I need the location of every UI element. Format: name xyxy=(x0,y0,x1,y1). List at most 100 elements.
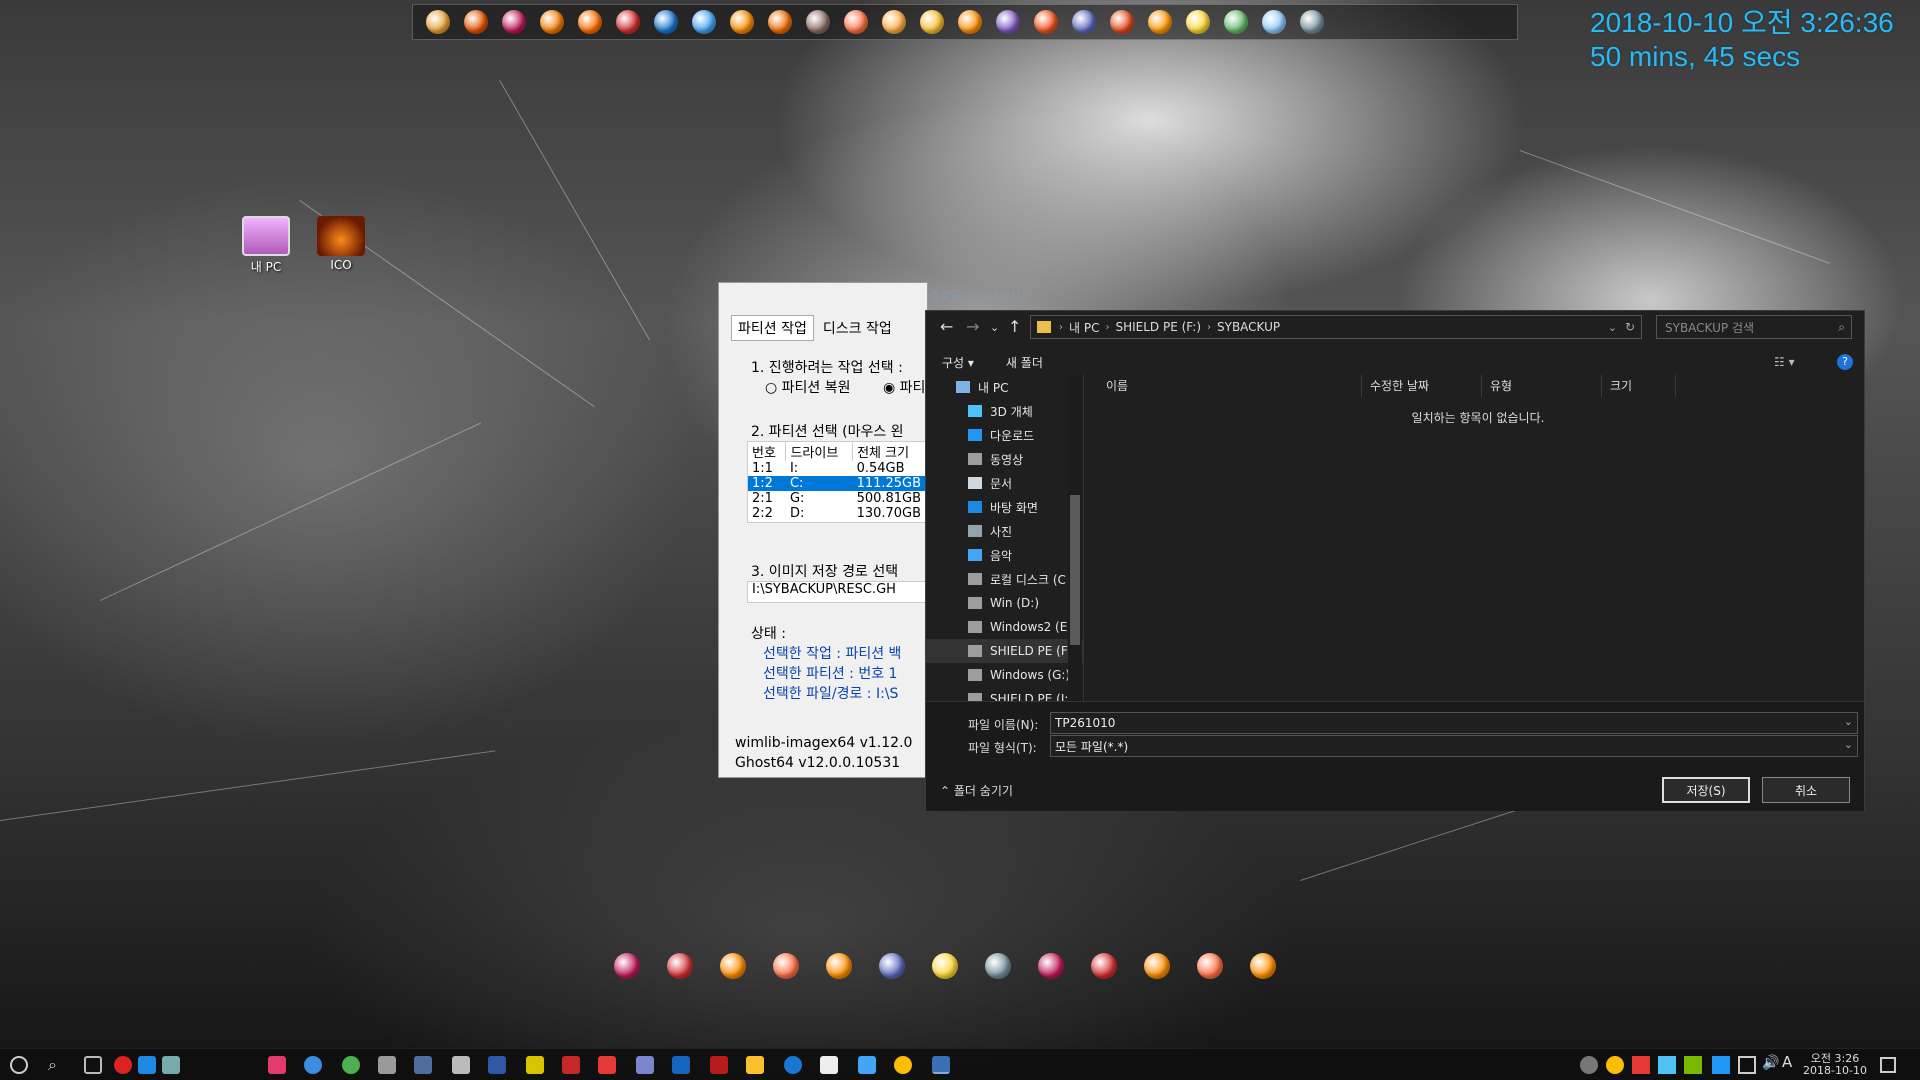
app-icon[interactable] xyxy=(710,1056,728,1074)
recent-dropdown-icon[interactable]: ⌄ xyxy=(990,321,999,334)
app-icon[interactable] xyxy=(414,1056,432,1074)
dock-item[interactable] xyxy=(865,953,918,979)
back-icon[interactable]: ← xyxy=(940,317,953,336)
up-icon[interactable]: ↑ xyxy=(1008,317,1021,336)
dock-item[interactable] xyxy=(1077,953,1130,979)
dock-item[interactable] xyxy=(971,953,1024,979)
radio-restore[interactable]: ○ 파티션 복원 xyxy=(765,377,851,397)
launcher-item[interactable] xyxy=(761,7,799,37)
tab-disk[interactable]: 디스크 작업 xyxy=(815,315,899,341)
network-icon[interactable] xyxy=(1738,1056,1756,1074)
app-icon[interactable] xyxy=(162,1056,180,1074)
table-row-selected[interactable]: 1:2 C: 111.25GB xyxy=(748,476,927,491)
table-row[interactable]: 1:1 I: 0.54GB xyxy=(748,461,927,476)
filetype-select[interactable]: 모든 파일(*.*) ⌄ xyxy=(1050,735,1858,757)
app-icon[interactable] xyxy=(342,1056,360,1074)
app-icon[interactable] xyxy=(598,1056,616,1074)
sidebar-item[interactable]: Windows2 (E: xyxy=(926,615,1083,639)
app-icon[interactable] xyxy=(138,1056,156,1074)
sidebar-scrollbar[interactable] xyxy=(1068,375,1082,701)
dock-item[interactable] xyxy=(1130,953,1183,979)
launcher-item[interactable] xyxy=(419,7,457,37)
dock-item[interactable] xyxy=(918,953,971,979)
sidebar-item[interactable]: 음악 xyxy=(926,543,1083,567)
desktop-icon-my-pc[interactable]: 내 PC xyxy=(231,216,301,275)
app-icon[interactable] xyxy=(488,1056,506,1074)
table-row[interactable]: 2:1 G: 500.81GB xyxy=(748,491,927,506)
sidebar-item[interactable]: 동영상 xyxy=(926,447,1083,471)
help-icon[interactable]: ? xyxy=(1837,354,1853,370)
launcher-item[interactable] xyxy=(1293,7,1331,37)
launcher-item[interactable] xyxy=(457,7,495,37)
dock-item[interactable] xyxy=(653,953,706,979)
launcher-item[interactable] xyxy=(837,7,875,37)
desktop-icon-ico[interactable]: ICO xyxy=(306,216,376,272)
save-button[interactable]: 저장(S) xyxy=(1662,777,1750,803)
launcher-item[interactable] xyxy=(913,7,951,37)
launcher-item[interactable] xyxy=(1065,7,1103,37)
sidebar-item[interactable]: Win (D:) xyxy=(926,591,1083,615)
tray-icon[interactable] xyxy=(1606,1056,1624,1074)
filename-field[interactable]: TP261010 ⌄ xyxy=(1050,712,1858,734)
tab-partition[interactable]: 파티션 작업 xyxy=(731,315,814,341)
app-icon[interactable] xyxy=(672,1056,690,1074)
address-bar[interactable]: › 내 PC › SHIELD PE (F:) › SYBACKUP ⌄ ↻ xyxy=(1030,315,1642,339)
sidebar-item[interactable]: 사진 xyxy=(926,519,1083,543)
launcher-item[interactable] xyxy=(609,7,647,37)
launcher-item[interactable] xyxy=(495,7,533,37)
table-row[interactable]: 2:2 D: 130.70GB xyxy=(748,506,927,521)
launcher-item[interactable] xyxy=(685,7,723,37)
app-icon[interactable] xyxy=(820,1056,838,1074)
col-number[interactable]: 번호 xyxy=(748,442,787,461)
tray-icon[interactable] xyxy=(1712,1056,1730,1074)
chevron-down-icon[interactable]: ⌄ xyxy=(1844,715,1853,728)
image-path-field[interactable]: I:\SYBACKUP\RESC.GH xyxy=(747,581,927,603)
app-icon[interactable] xyxy=(784,1056,802,1074)
breadcrumb-my-pc[interactable]: 내 PC xyxy=(1069,319,1099,336)
app-icon[interactable] xyxy=(452,1056,470,1074)
volume-icon[interactable]: 🔊 xyxy=(1762,1056,1779,1070)
taskbar-clock[interactable]: 오전 3:26 2018-10-10 xyxy=(1800,1053,1870,1077)
dock-item[interactable] xyxy=(1183,953,1236,979)
column-modified[interactable]: 수정한 날짜 xyxy=(1362,375,1482,397)
app-icon[interactable] xyxy=(636,1056,654,1074)
sidebar-item[interactable]: Windows (G:) xyxy=(926,663,1083,687)
chrome-icon[interactable] xyxy=(894,1056,912,1074)
column-name[interactable]: 이름 xyxy=(1098,375,1362,397)
col-drive[interactable]: 드라이브 xyxy=(785,442,854,461)
sidebar-item[interactable]: SHIELD PE (F xyxy=(926,639,1083,663)
dock-item[interactable] xyxy=(706,953,759,979)
launcher-item[interactable] xyxy=(533,7,571,37)
launcher-item[interactable] xyxy=(1103,7,1141,37)
launcher-item[interactable] xyxy=(647,7,685,37)
tray-icon[interactable] xyxy=(1684,1056,1702,1074)
scrollbar-thumb[interactable] xyxy=(1070,495,1080,645)
app-icon[interactable] xyxy=(114,1056,132,1074)
launcher-item[interactable] xyxy=(875,7,913,37)
col-size[interactable]: 전체 크기 xyxy=(852,442,927,461)
sidebar-item[interactable]: SHIELD PE (I: xyxy=(926,687,1083,701)
ime-indicator[interactable]: A xyxy=(1782,1055,1792,1070)
sidebar-item[interactable]: 로컬 디스크 (C xyxy=(926,567,1083,591)
radio-backup[interactable]: ◉ 파티 xyxy=(883,377,925,397)
dock-item[interactable] xyxy=(600,953,653,979)
view-options-icon[interactable]: ☷ ▾ xyxy=(1774,355,1795,369)
dock-item[interactable] xyxy=(1024,953,1077,979)
app-icon[interactable] xyxy=(858,1056,876,1074)
sidebar-item[interactable]: 바탕 화면 xyxy=(926,495,1083,519)
app-icon-active[interactable] xyxy=(932,1056,950,1074)
breadcrumb-drive[interactable]: SHIELD PE (F:) xyxy=(1115,320,1201,334)
sidebar-item[interactable]: 3D 개체 xyxy=(926,399,1083,423)
launcher-item[interactable] xyxy=(989,7,1027,37)
launcher-item[interactable] xyxy=(571,7,609,37)
app-icon[interactable] xyxy=(746,1056,764,1074)
chevron-down-icon[interactable]: ⌄ xyxy=(1608,321,1617,334)
dock-item[interactable] xyxy=(759,953,812,979)
breadcrumb-folder[interactable]: SYBACKUP xyxy=(1217,320,1280,334)
notification-icon[interactable] xyxy=(1880,1057,1896,1073)
launcher-item[interactable] xyxy=(723,7,761,37)
sidebar-item[interactable]: 내 PC xyxy=(926,375,1083,399)
app-icon[interactable] xyxy=(562,1056,580,1074)
launcher-item[interactable] xyxy=(1217,7,1255,37)
launcher-item[interactable] xyxy=(1027,7,1065,37)
